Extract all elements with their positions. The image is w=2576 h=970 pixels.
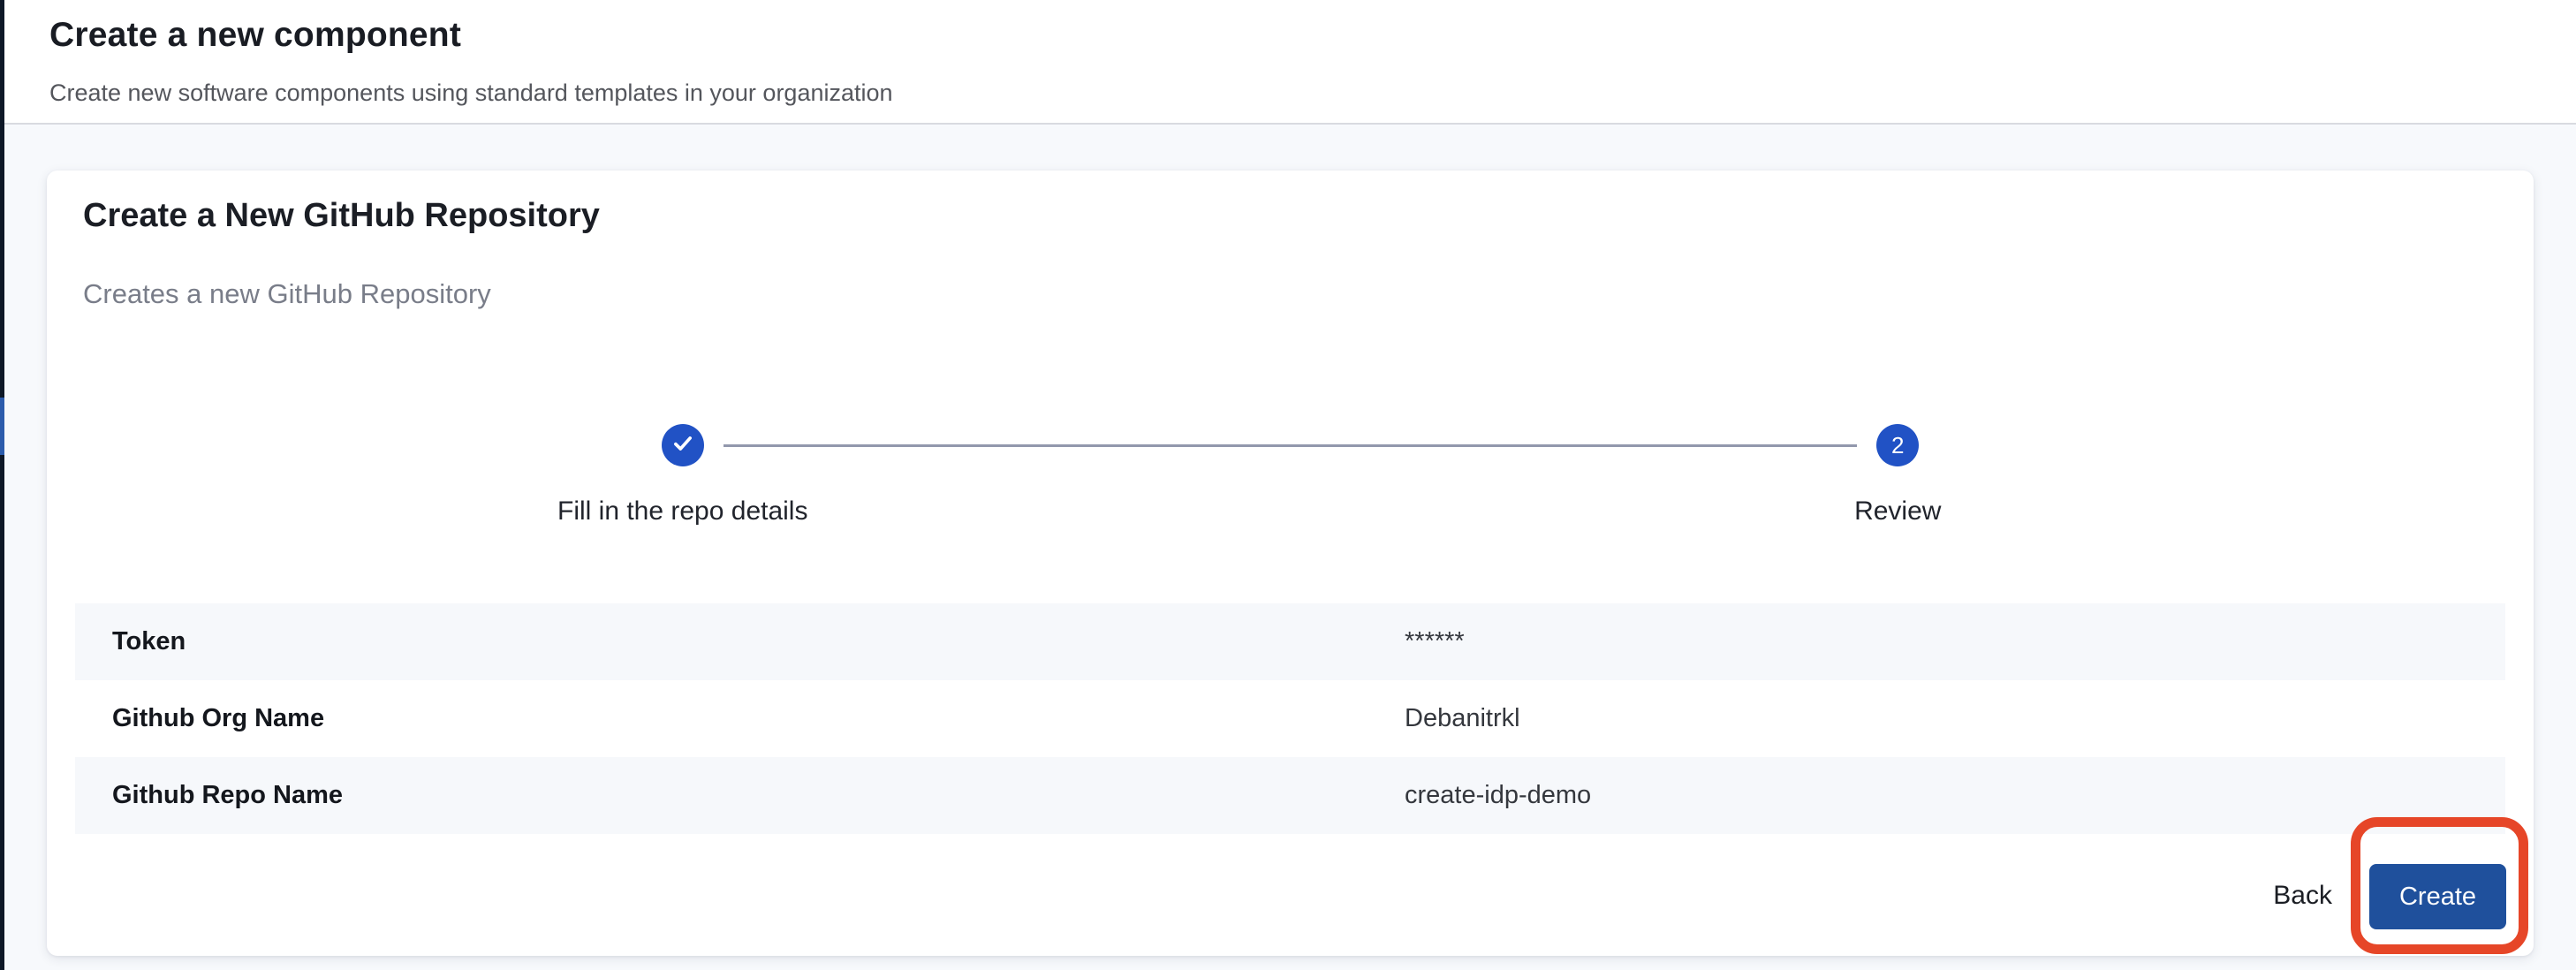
page-title: Create a new component <box>49 16 461 55</box>
row-label: Token <box>112 627 1405 656</box>
table-row: Token ****** <box>75 603 2505 680</box>
sidebar-active-indicator <box>0 398 4 455</box>
row-value: create-idp-demo <box>1405 781 1591 810</box>
sidebar-edge <box>0 0 4 970</box>
step-label: Fill in the repo details <box>557 496 807 527</box>
step-completed-circle <box>662 424 704 466</box>
step-review: 2 Review <box>1291 424 2506 527</box>
back-button[interactable]: Back <box>2238 863 2368 928</box>
row-value: Debanitrkl <box>1405 704 1520 733</box>
step-active-circle: 2 <box>1876 424 1919 466</box>
row-label: Github Repo Name <box>112 781 1405 810</box>
table-row: Github Repo Name create-idp-demo <box>75 757 2505 834</box>
page-subtitle: Create new software components using sta… <box>49 80 893 107</box>
card-subtitle: Creates a new GitHub Repository <box>83 278 491 310</box>
step-number: 2 <box>1891 432 1904 459</box>
wizard-stepper: Fill in the repo details 2 Review <box>75 424 2505 527</box>
table-row: Github Org Name Debanitrkl <box>75 680 2505 757</box>
page-header: Create a new component Create new softwa… <box>0 0 2576 125</box>
template-wizard-card: Create a New GitHub Repository Creates a… <box>47 171 2534 956</box>
card-title: Create a New GitHub Repository <box>83 197 600 235</box>
step-label: Review <box>1854 496 1941 527</box>
create-button[interactable]: Create <box>2369 864 2506 929</box>
review-table: Token ****** Github Org Name Debanitrkl … <box>75 603 2505 834</box>
scaffolder-create-page: Create a new component Create new softwa… <box>0 0 2576 970</box>
row-value: ****** <box>1405 627 1465 656</box>
step-fill-repo-details: Fill in the repo details <box>75 424 1291 527</box>
row-label: Github Org Name <box>112 704 1405 733</box>
check-icon <box>671 432 694 459</box>
